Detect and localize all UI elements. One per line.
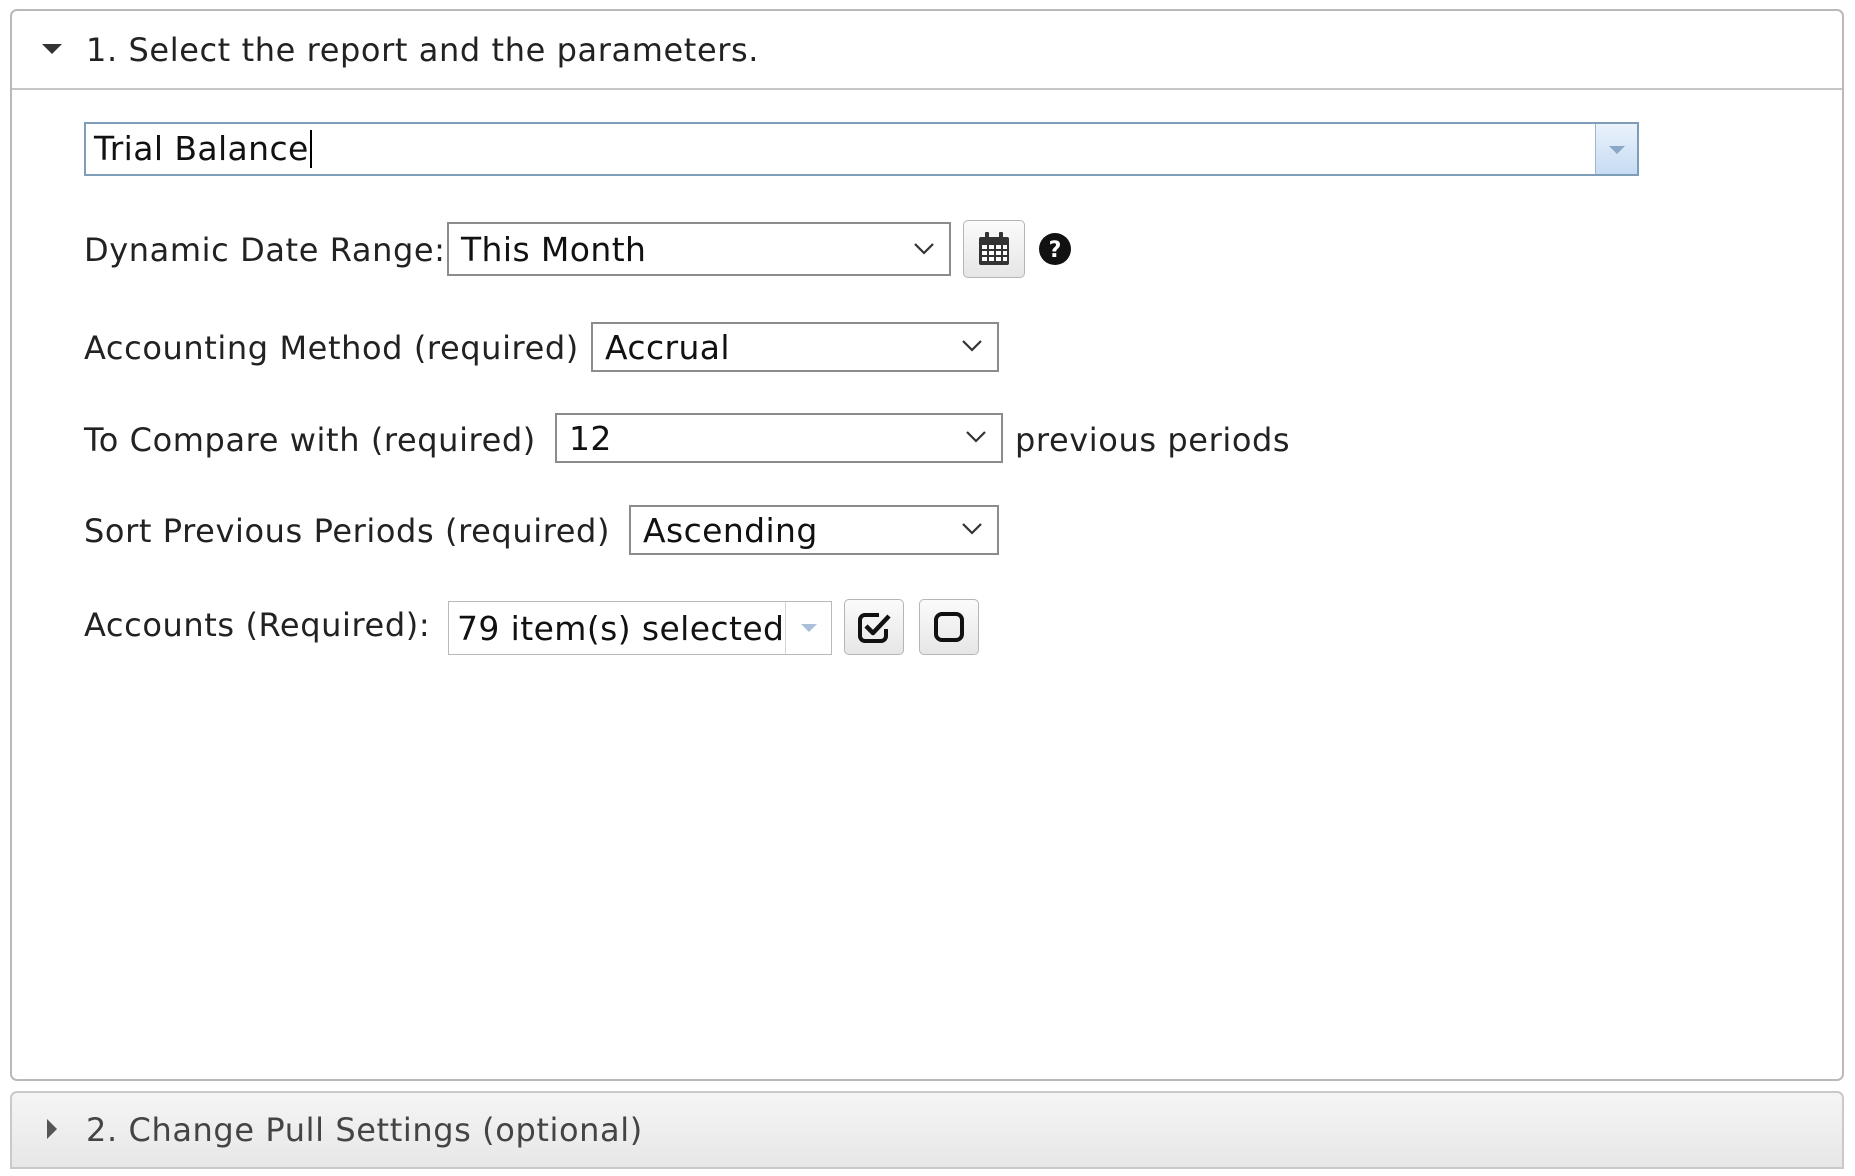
- dropdown-arrow-icon: [801, 624, 817, 632]
- report-input[interactable]: Trial Balance: [94, 130, 312, 168]
- select-all-button[interactable]: [844, 599, 904, 655]
- report-dropdown-button[interactable]: [1595, 124, 1637, 174]
- accounting-method-label: Accounting Method (required): [84, 329, 579, 367]
- accounts-dropdown-button[interactable]: [785, 602, 831, 654]
- compare-with-suffix: previous periods: [1015, 421, 1291, 459]
- dynamic-date-range-value: This Month: [461, 230, 647, 269]
- compare-with-label: To Compare with (required): [84, 421, 536, 459]
- svg-text:?: ?: [1049, 238, 1062, 263]
- chevron-down-icon: [965, 425, 987, 447]
- deselect-all-button[interactable]: [919, 599, 979, 655]
- empty-square-icon: [934, 612, 964, 642]
- accounts-value: 79 item(s) selected: [457, 609, 785, 648]
- sort-previous-periods-value: Ascending: [643, 511, 818, 550]
- calendar-icon: [979, 232, 1009, 265]
- sort-previous-periods-select[interactable]: Ascending: [629, 505, 999, 555]
- sort-previous-periods-label: Sort Previous Periods (required): [84, 512, 611, 550]
- section-2-title: 2. Change Pull Settings (optional): [86, 1111, 643, 1149]
- accounting-method-select[interactable]: Accrual: [591, 322, 999, 372]
- section-2-header[interactable]: 2. Change Pull Settings (optional): [10, 1091, 1844, 1169]
- compare-with-select[interactable]: 12: [555, 413, 1003, 463]
- section-1-header[interactable]: 1. Select the report and the parameters.: [12, 11, 1842, 90]
- report-combobox[interactable]: Trial Balance: [84, 122, 1639, 176]
- question-circle-icon[interactable]: ?: [1038, 232, 1072, 266]
- accounts-multiselect[interactable]: 79 item(s) selected: [448, 601, 832, 655]
- report-value: Trial Balance: [94, 129, 309, 168]
- section-1-title: 1. Select the report and the parameters.: [86, 31, 760, 69]
- chevron-down-icon: [961, 517, 983, 539]
- triangle-down-icon: [42, 44, 62, 54]
- report-wizard: 1. Select the report and the parameters.…: [0, 0, 1855, 1176]
- chevron-down-icon: [913, 237, 935, 259]
- dynamic-date-range-select[interactable]: This Month: [447, 222, 951, 276]
- checked-square-icon: [858, 613, 891, 643]
- chevron-down-icon: [961, 334, 983, 356]
- triangle-right-icon: [47, 1119, 57, 1139]
- text-cursor: [309, 130, 312, 168]
- accounts-label: Accounts (Required):: [84, 606, 431, 644]
- dropdown-arrow-icon: [1609, 146, 1625, 154]
- accounting-method-value: Accrual: [605, 328, 730, 367]
- calendar-button[interactable]: [963, 220, 1025, 278]
- dynamic-date-range-label: Dynamic Date Range:: [84, 231, 446, 269]
- compare-with-value: 12: [569, 419, 612, 458]
